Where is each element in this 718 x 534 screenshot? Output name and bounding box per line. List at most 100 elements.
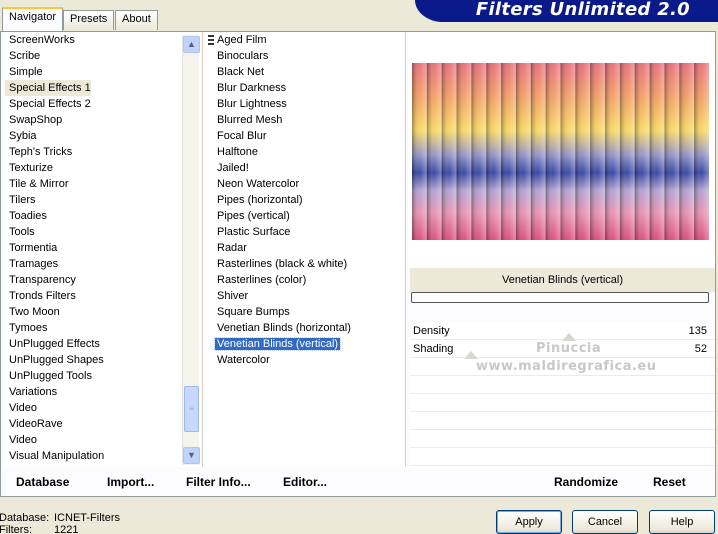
filter-item[interactable]: Blur Lightness <box>205 96 404 112</box>
category-item[interactable]: UnPlugged Shapes <box>5 352 201 368</box>
category-item[interactable]: Scribe <box>5 48 201 64</box>
filter-item-label: Rasterlines (black & white) <box>217 258 348 270</box>
category-item[interactable]: Simple <box>5 64 201 80</box>
filter-item[interactable]: Pipes (horizontal) <box>205 192 404 208</box>
scroll-up-button[interactable]: ▲ <box>183 36 200 53</box>
param-row-empty <box>410 412 715 430</box>
category-item[interactable]: Tronds Filters <box>5 288 201 304</box>
filter-item-label: Plastic Surface <box>217 226 291 238</box>
category-item[interactable]: Special Effects 2 <box>5 96 201 112</box>
scroll-down-button[interactable]: ▼ <box>183 447 200 464</box>
blind-stripe <box>471 63 487 240</box>
category-item[interactable]: Texturize <box>5 160 201 176</box>
category-item[interactable]: Variations <box>5 384 201 400</box>
category-item[interactable]: Tormentia <box>5 240 201 256</box>
category-item[interactable]: UnPlugged Tools <box>5 368 201 384</box>
filter-item[interactable]: Plastic Surface <box>205 224 404 240</box>
category-item[interactable]: Visual Manipulation <box>5 448 201 464</box>
filter-item-label: Blurred Mesh <box>217 114 283 126</box>
filter-item-label: Neon Watercolor <box>217 178 300 190</box>
blind-stripe <box>634 63 650 240</box>
blind-stripe <box>412 63 427 240</box>
blind-stripe <box>441 63 457 240</box>
filter-item[interactable]: Halftone <box>205 144 404 160</box>
filter-item[interactable]: Venetian Blinds (horizontal) <box>205 320 404 336</box>
filter-preview[interactable] <box>412 63 709 240</box>
filter-item[interactable]: Shiver <box>205 288 404 304</box>
filter-item[interactable]: Watercolor <box>205 352 404 368</box>
category-item[interactable]: Toadies <box>5 208 201 224</box>
category-item[interactable]: Sybia <box>5 128 201 144</box>
category-item[interactable]: Two Moon <box>5 304 201 320</box>
blind-stripe <box>619 63 635 240</box>
category-item[interactable]: Tools <box>5 224 201 240</box>
category-item[interactable]: SwapShop <box>5 112 201 128</box>
progress-bar <box>411 292 709 303</box>
filter-item-label: Venetian Blinds (horizontal) <box>217 322 351 334</box>
blind-stripe <box>664 63 680 240</box>
filter-item[interactable]: Square Bumps <box>205 304 404 320</box>
database-button[interactable]: Database <box>16 475 69 489</box>
watermark-url: www.maldiregrafica.eu <box>476 359 657 374</box>
category-item[interactable]: Tymoes <box>5 320 201 336</box>
status-filters: Filters: 1221 <box>0 524 78 534</box>
category-item[interactable]: Tilers <box>5 192 201 208</box>
filter-item[interactable]: Neon Watercolor <box>205 176 404 192</box>
tab-navigator[interactable]: Navigator <box>2 7 64 31</box>
filter-item[interactable]: Binoculars <box>205 48 404 64</box>
blind-stripe <box>560 63 576 240</box>
arrow-down-icon: ▼ <box>187 450 196 460</box>
param-label: Shading <box>413 343 454 355</box>
category-item[interactable]: Video <box>5 400 201 416</box>
status-value: ICNET-Filters <box>54 512 120 524</box>
param-value: 52 <box>694 343 707 355</box>
filter-item[interactable]: Rasterlines (black & white) <box>205 256 404 272</box>
category-item[interactable]: VideoRave <box>5 416 201 432</box>
blind-stripe <box>679 63 695 240</box>
status-label: Filters: <box>0 524 32 534</box>
tab-about[interactable]: About <box>115 10 158 30</box>
filter-item[interactable]: Rasterlines (color) <box>205 272 404 288</box>
filter-item[interactable]: Black Net <box>205 64 404 80</box>
editor-button[interactable]: Editor... <box>283 475 327 489</box>
cancel-button[interactable]: Cancel <box>572 510 638 534</box>
category-item[interactable]: Video <box>5 432 201 448</box>
filter-item-label: Binoculars <box>217 50 269 62</box>
category-item[interactable]: Special Effects 1 <box>5 80 91 96</box>
filter-item[interactable]: Radar <box>205 240 404 256</box>
import-button[interactable]: Import... <box>107 475 154 489</box>
category-item[interactable]: UnPlugged Effects <box>5 336 201 352</box>
filter-item[interactable]: Focal Blur <box>205 128 404 144</box>
category-item[interactable]: Tile & Mirror <box>5 176 201 192</box>
filter-item[interactable]: Pipes (vertical) <box>205 208 404 224</box>
category-item[interactable]: Teph's Tricks <box>5 144 201 160</box>
reset-button[interactable]: Reset <box>653 475 686 489</box>
filter-item[interactable]: Jailed! <box>205 160 404 176</box>
arrow-up-icon: ▲ <box>187 39 196 49</box>
status-database: Database: ICNET-Filters <box>0 512 120 524</box>
filter-info-button[interactable]: Filter Info... <box>186 475 251 489</box>
filter-item-label: Blur Darkness <box>217 82 287 94</box>
category-scrollbar[interactable]: ▲ ≡ ▼ <box>182 35 200 465</box>
filter-list[interactable]: Aged Film Binoculars Black Net Blur Darknes… <box>205 32 404 467</box>
status-value: 1221 <box>54 524 79 534</box>
apply-button[interactable]: Apply <box>496 510 562 534</box>
category-item[interactable]: Tramages <box>5 256 201 272</box>
randomize-button[interactable]: Randomize <box>554 475 618 489</box>
blind-stripe <box>694 63 709 240</box>
filter-item-label: Venetian Blinds (vertical) <box>213 337 342 351</box>
filter-item[interactable]: Aged Film <box>205 32 404 48</box>
category-item[interactable]: Transparency <box>5 272 201 288</box>
tab-presets[interactable]: Presets <box>63 10 115 30</box>
category-list[interactable]: ScreenWorks Scribe Simple Special Effects 1… <box>5 32 201 467</box>
blind-stripe <box>605 63 620 240</box>
scroll-thumb[interactable]: ≡ <box>184 386 199 432</box>
param-row-empty <box>410 394 715 412</box>
help-button[interactable]: Help <box>649 510 715 534</box>
parameter-panel: Density 135 Shading 52 Pinuccia www.mald… <box>410 322 715 468</box>
category-item[interactable]: ScreenWorks <box>5 32 201 48</box>
filter-item-label: Pipes (vertical) <box>217 210 290 222</box>
filter-item[interactable]: Blur Darkness <box>205 80 404 96</box>
filter-item[interactable]: Blurred Mesh <box>205 112 404 128</box>
filter-item[interactable]: Venetian Blinds (vertical) <box>205 336 404 352</box>
